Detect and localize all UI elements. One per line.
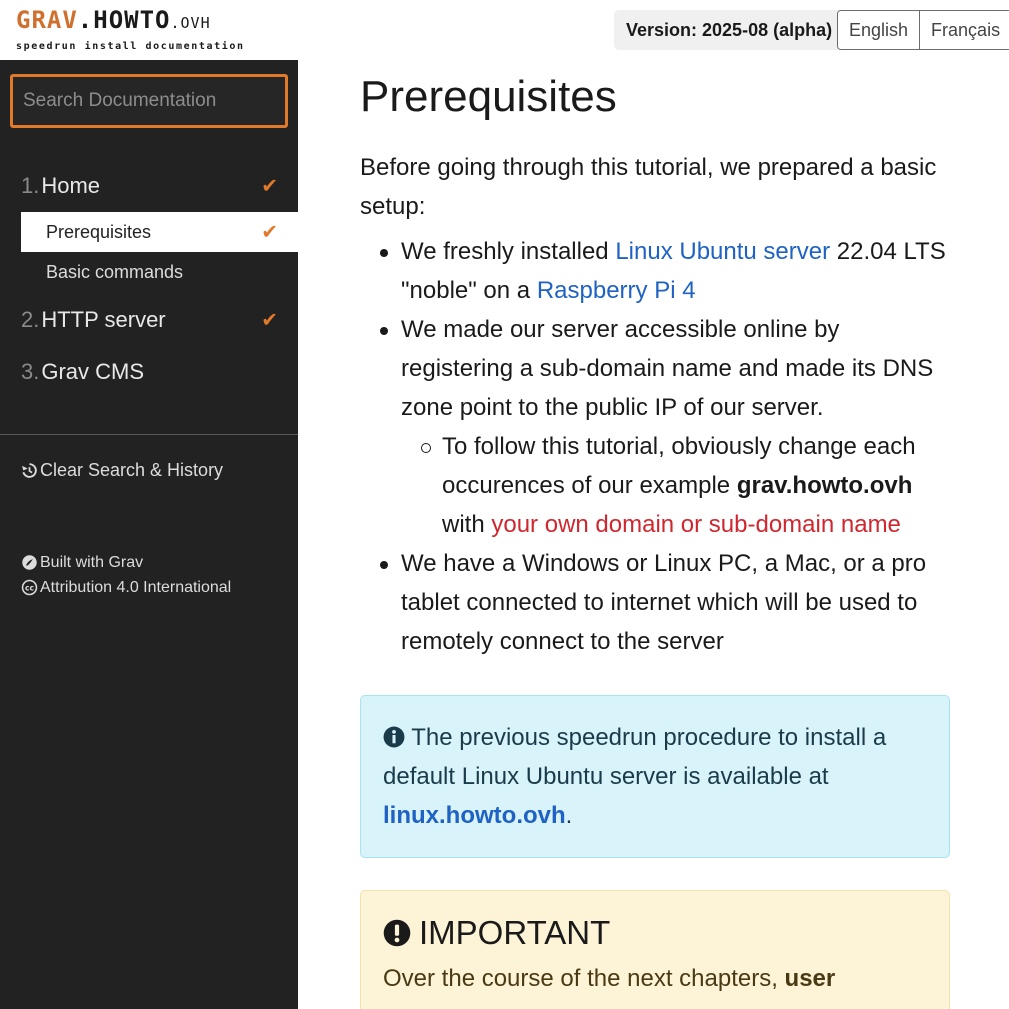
logo-howto: HOWTO	[93, 6, 171, 34]
logo-subtitle: speedrun install documentation	[16, 41, 245, 52]
clear-search-label: Clear Search & History	[40, 460, 224, 480]
sidebar: 1. Home ✔ Prerequisites ✔ Basic commands…	[0, 60, 298, 1009]
important-heading: IMPORTANT	[383, 911, 927, 955]
sub-list: To follow this tutorial, obviously chang…	[401, 427, 950, 544]
sidebar-item-home[interactable]: 1. Home ✔	[0, 160, 298, 212]
important-title: IMPORTANT	[419, 914, 611, 951]
example-domain: grav.howto.ovh	[736, 472, 913, 499]
logo-grav: GRAV	[16, 6, 78, 34]
sidebar-item-label: Prerequisites	[46, 221, 152, 242]
built-with-grav-link[interactable]: Built with Grav	[21, 550, 231, 575]
sidebar-nav: 1. Home ✔ Prerequisites ✔ Basic commands…	[0, 160, 298, 398]
sidebar-item-http-server[interactable]: 2. HTTP server ✔	[0, 294, 298, 346]
important-notice: IMPORTANT Over the course of the next ch…	[360, 890, 950, 1009]
main-content: Prerequisites Before going through this …	[360, 70, 950, 1009]
built-with-label: Built with Grav	[40, 554, 144, 571]
list-item: We have a Windows or Linux PC, a Mac, or…	[380, 544, 950, 661]
license-link[interactable]: cc Attribution 4.0 International	[21, 575, 231, 600]
nav-number: 2.	[21, 307, 40, 332]
version-badge: Version: 2025-08 (alpha)	[614, 10, 845, 50]
raspberry-pi-link[interactable]: Raspberry Pi 4	[537, 277, 696, 304]
grav-logo-icon	[22, 555, 37, 570]
logo-ovh: .OVH	[170, 14, 211, 32]
language-english-button[interactable]: English	[838, 11, 920, 49]
check-icon: ✔	[261, 175, 278, 198]
logo-dot: .	[77, 6, 94, 34]
site-logo[interactable]: GRAV.HOWTO.OVH speedrun install document…	[0, 0, 298, 60]
prerequisites-list: We freshly installed Linux Ubuntu server…	[360, 232, 950, 661]
exclamation-icon	[383, 919, 411, 947]
search-box[interactable]	[10, 74, 288, 128]
intro-paragraph: Before going through this tutorial, we p…	[360, 154, 937, 220]
linux-howto-link[interactable]: linux.howto.ovh	[383, 802, 566, 829]
info-icon	[383, 726, 405, 748]
sidebar-item-grav-cms[interactable]: 3. Grav CMS	[0, 346, 298, 398]
sidebar-item-label: HTTP server	[41, 307, 166, 332]
info-notice: The previous speedrun procedure to insta…	[360, 695, 950, 858]
nav-number: 3.	[21, 359, 40, 384]
sidebar-divider	[0, 434, 298, 435]
list-item-text: with	[442, 511, 492, 538]
important-bold: user	[784, 965, 836, 992]
info-notice-text: The previous speedrun procedure to insta…	[383, 724, 887, 790]
search-input[interactable]	[13, 77, 285, 125]
creative-commons-icon: cc	[21, 579, 38, 596]
list-item-text: We freshly installed	[401, 238, 616, 265]
language-french-button[interactable]: Français	[919, 11, 1009, 49]
sidebar-item-label: Basic commands	[46, 261, 184, 282]
list-item-text: We have a Windows or Linux PC, a Mac, or…	[401, 550, 927, 655]
language-switcher: English Français	[837, 10, 1009, 50]
check-icon: ✔	[261, 309, 278, 332]
svg-text:cc: cc	[25, 583, 35, 592]
sidebar-item-label: Home	[41, 173, 101, 198]
list-item: We freshly installed Linux Ubuntu server…	[380, 232, 950, 310]
sidebar-item-label: Grav CMS	[41, 359, 145, 384]
sidebar-item-basic-commands[interactable]: Basic commands	[0, 252, 298, 292]
important-text-span: Over the course of the next chapters,	[383, 965, 785, 992]
list-item: We made our server accessible online by …	[380, 310, 950, 544]
sidebar-item-prerequisites[interactable]: Prerequisites ✔	[21, 212, 298, 252]
important-text: Over the course of the next chapters, us…	[383, 959, 927, 998]
clear-search-history-link[interactable]: Clear Search & History	[21, 460, 223, 481]
sub-list-item: To follow this tutorial, obviously chang…	[421, 427, 950, 544]
list-item-text: We made our server accessible online by …	[401, 316, 934, 421]
check-icon: ✔	[261, 221, 278, 244]
info-notice-end: .	[565, 802, 573, 829]
history-icon	[22, 463, 37, 478]
license-label: Attribution 4.0 International	[40, 579, 232, 596]
linux-ubuntu-server-link[interactable]: Linux Ubuntu server	[615, 238, 830, 265]
page-title: Prerequisites	[360, 72, 617, 121]
sidebar-footer: Built with Grav cc Attribution 4.0 Inter…	[21, 550, 231, 600]
own-domain-highlight: your own domain or sub-domain name	[491, 511, 901, 538]
nav-number: 1.	[21, 173, 40, 198]
logo-title: GRAV.HOWTO.OVH	[16, 6, 211, 34]
